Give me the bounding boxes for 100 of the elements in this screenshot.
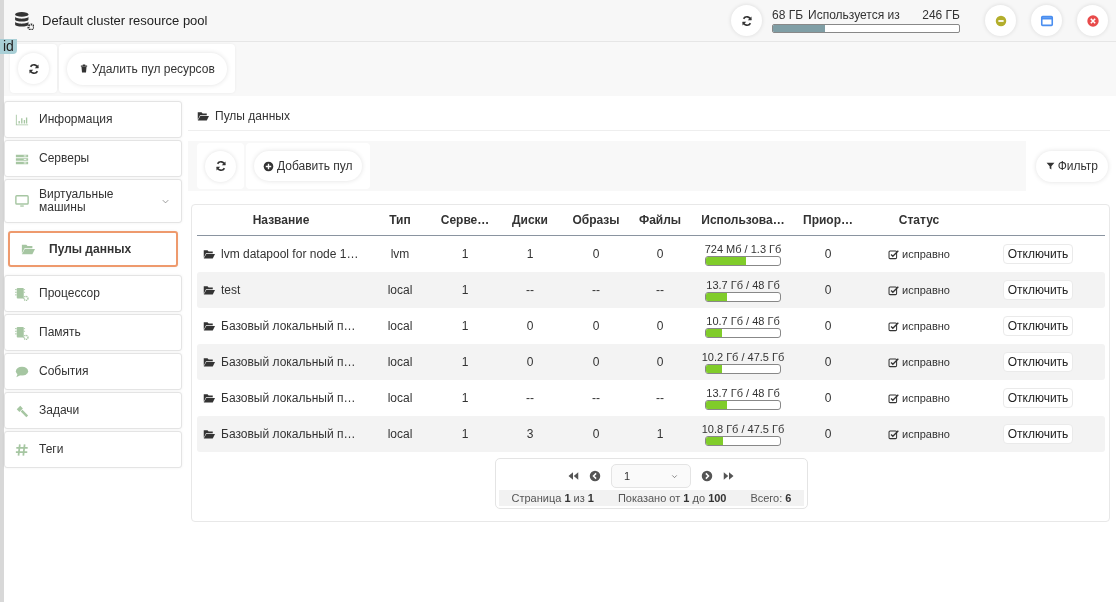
disable-button[interactable]: Отключить (1002, 424, 1074, 444)
refresh-button[interactable] (731, 5, 762, 36)
chart-icon (15, 112, 29, 127)
column-header[interactable]: Приор… (793, 213, 863, 227)
table-cell-text: 0 (655, 319, 665, 333)
disable-button[interactable]: Отключить (1002, 316, 1074, 336)
maximize-button[interactable] (1031, 5, 1062, 36)
previous-page-icon[interactable] (589, 470, 601, 482)
table-cell-text: -- (655, 391, 665, 405)
close-icon (1085, 13, 1100, 28)
add-pool-button[interactable]: Добавить пул (254, 151, 362, 181)
table-cell-text: local (386, 283, 414, 297)
table-cell-text: 0 (823, 283, 833, 297)
table-row[interactable]: lvm datapool for node 1… lvm 1 1 0 0 724 Мб / 1.3 Гб 0 исправно Отключить (197, 236, 1105, 272)
disable-button[interactable]: Отключить (1002, 388, 1074, 408)
table-cell-text: 0 (655, 355, 665, 369)
pager-info: Показано от 1 до 100 (617, 492, 727, 504)
close-button[interactable] (1077, 5, 1108, 36)
table-cell-text: -- (525, 283, 535, 297)
page-select[interactable]: 1 (611, 464, 691, 488)
disable-button[interactable]: Отключить (1002, 352, 1074, 372)
table-cell-text: local (386, 319, 414, 333)
column-header[interactable]: Файлы (627, 213, 693, 227)
delete-pool-button[interactable]: Удалить пул ресурсов (67, 52, 227, 85)
sidebar-item[interactable]: Задачи (4, 392, 182, 429)
usage-text: 13.7 Гб / 48 Гб (706, 386, 780, 399)
trash-icon (79, 63, 89, 74)
sidebar-item[interactable]: Серверы (4, 140, 182, 177)
total-storage: 246 ГБ (922, 8, 960, 22)
hammer-icon (15, 403, 29, 418)
table-cell-text: -- (655, 283, 665, 297)
used-storage: 68 ГБ (772, 8, 804, 22)
column-header[interactable]: Использова… (693, 213, 793, 227)
sidebar-item[interactable]: Пулы данных (8, 231, 178, 267)
table-cell-text: 0 (655, 247, 665, 261)
sidebar-item[interactable]: Теги (4, 431, 182, 468)
refresh-icon (27, 62, 40, 75)
table-cell-text: 0 (823, 355, 833, 369)
next-page-icon[interactable] (701, 470, 713, 482)
last-page-icon[interactable] (723, 470, 735, 482)
usage-text: 13.7 Гб / 48 Гб (706, 278, 780, 291)
filter-button[interactable]: Фильтр (1035, 150, 1108, 182)
table-cell: test (221, 283, 241, 297)
table-cell-text: local (386, 427, 414, 441)
disable-button[interactable]: Отключить (1002, 280, 1074, 300)
refresh-button[interactable] (205, 150, 236, 182)
table-cell-text: 0 (591, 247, 601, 261)
window-icon (1039, 13, 1054, 28)
sidebar-item[interactable]: Процессор (4, 275, 182, 312)
status-text: исправно (902, 356, 950, 368)
status-text: исправно (902, 248, 950, 260)
sidebar-item[interactable]: События (4, 353, 182, 390)
table-row[interactable]: test local 1 -- -- -- 13.7 Гб / 48 Гб 0 исправно Отключить (197, 272, 1105, 308)
folder-icon (203, 248, 215, 260)
table-cell: Базовый локальный п… (221, 391, 356, 405)
table-cell-text: -- (525, 391, 535, 405)
column-header[interactable]: Диски (495, 213, 565, 227)
chip-icon (15, 325, 29, 340)
table-cell-text: 1 (460, 283, 470, 297)
table-cell-text: 1 (460, 391, 470, 405)
bubble-icon (15, 364, 29, 379)
column-header[interactable]: Название (197, 213, 365, 227)
column-header[interactable]: Серве… (435, 213, 495, 227)
table-cell-text: lvm (389, 247, 411, 261)
sidebar-item[interactable]: Память (4, 314, 182, 351)
database-gear-icon (14, 11, 34, 30)
sidebar-item[interactable]: Виртуальные машины (4, 179, 182, 223)
refresh-button[interactable] (18, 53, 49, 84)
usage-text: 10.7 Гб / 48 Гб (706, 314, 780, 327)
column-header[interactable]: Образы (565, 213, 627, 227)
folder-icon (21, 242, 35, 256)
status-text: исправно (902, 320, 950, 332)
table-cell-text: 1 (460, 247, 470, 261)
folder-icon (203, 284, 215, 296)
table-row[interactable]: Базовый локальный п… local 1 0 0 0 10.2 Гб / 47.5 Гб 0 исправно Отключить (197, 344, 1105, 380)
table-row[interactable]: Базовый локальный п… local 1 3 0 1 10.8 Гб / 47.5 Гб 0 исправно Отключить (197, 416, 1105, 452)
usage-text: 724 Мб / 1.3 Гб (704, 242, 782, 255)
first-page-icon[interactable] (567, 470, 579, 482)
status-text: исправно (902, 392, 950, 404)
table-row[interactable]: Базовый локальный п… local 1 0 0 0 10.7 Гб / 48 Гб 0 исправно Отключить (197, 308, 1105, 344)
sidebar-item[interactable]: Информация (4, 101, 182, 138)
usage-text: 10.2 Гб / 47.5 Гб (701, 350, 785, 363)
plus-circle-icon (263, 160, 274, 172)
table-row[interactable]: Базовый локальный п… local 1 -- -- -- 13.7 Гб / 48 Гб 0 исправно Отключить (197, 380, 1105, 416)
monitor-icon (15, 194, 29, 208)
table-cell-text: 1 (460, 427, 470, 441)
filter-icon (1045, 161, 1055, 171)
minus-circle-icon (993, 13, 1008, 28)
storage-label: Используется из (808, 8, 900, 22)
folder-icon (203, 392, 215, 404)
table-cell-text: -- (591, 283, 601, 297)
folder-icon (203, 320, 215, 332)
table-cell-text: 0 (525, 355, 535, 369)
table-cell-text: 0 (823, 247, 833, 261)
column-header[interactable]: Тип (365, 213, 435, 227)
table-cell-text: local (386, 355, 414, 369)
table-cell-text: 3 (525, 427, 535, 441)
column-header[interactable]: Статус (863, 213, 975, 227)
table-cell-text: -- (591, 391, 601, 405)
disable-button[interactable]: Отключить (1002, 244, 1074, 264)
